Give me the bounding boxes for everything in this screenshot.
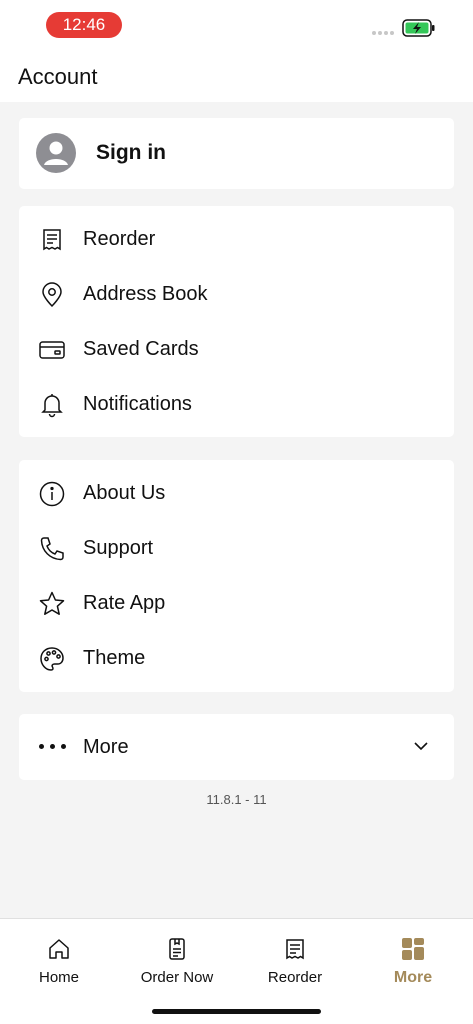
info-menu-group: About Us Support Rate App Theme — [19, 460, 454, 692]
status-bar: 12:46 — [0, 0, 473, 52]
page-header: Account — [0, 52, 473, 102]
palette-icon — [40, 647, 64, 671]
star-icon — [39, 591, 65, 615]
location-pin-icon — [42, 282, 62, 308]
menu-item-notifications[interactable]: Notifications — [19, 377, 454, 432]
tab-label: Home — [38, 969, 79, 986]
home-icon — [49, 939, 69, 959]
menu-item-label: Theme — [83, 647, 146, 669]
menu-item-support[interactable]: Support — [19, 521, 454, 576]
more-label: More — [83, 736, 129, 758]
phone-icon — [40, 537, 64, 561]
status-time: 12:46 — [46, 12, 122, 38]
menu-item-rate-app[interactable]: Rate App — [19, 576, 454, 631]
bell-icon — [41, 394, 63, 418]
menu-item-about-us[interactable]: About Us — [19, 466, 454, 521]
more-dots-icon — [39, 744, 66, 749]
app-version: 11.8.1 - 11 — [206, 792, 267, 807]
chevron-down-icon — [414, 742, 428, 751]
menu-item-label: Notifications — [83, 393, 192, 415]
menu-item-address-book[interactable]: Address Book — [19, 267, 454, 322]
account-menu-group: Reorder Address Book Saved Cards Notific… — [19, 206, 454, 437]
tab-label: Order Now — [140, 969, 214, 986]
receipt-icon — [286, 939, 304, 960]
tab-reorder[interactable]: Reorder — [236, 919, 354, 999]
tab-label: Reorder — [267, 969, 323, 986]
home-indicator — [152, 1009, 321, 1014]
page-title: Account — [18, 64, 98, 89]
info-icon — [39, 481, 65, 507]
menu-item-label: Reorder — [83, 228, 156, 250]
tab-more[interactable]: More — [354, 919, 472, 999]
menu-item-saved-cards[interactable]: Saved Cards — [19, 322, 454, 377]
menu-item-label: Rate App — [83, 592, 166, 614]
signal-icon — [372, 31, 394, 35]
menu-item-theme[interactable]: Theme — [19, 631, 454, 686]
grid-icon — [402, 938, 424, 960]
tab-label: More — [393, 969, 433, 986]
avatar-icon — [36, 133, 76, 173]
sign-in-row[interactable]: Sign in — [19, 118, 454, 189]
menu-item-label: Address Book — [83, 283, 208, 305]
tab-order-now[interactable]: Order Now — [118, 919, 236, 999]
menu-item-label: Saved Cards — [83, 338, 199, 360]
menu-item-reorder[interactable]: Reorder — [19, 212, 454, 267]
credit-card-icon — [39, 341, 65, 359]
tab-home[interactable]: Home — [0, 919, 118, 999]
more-expander[interactable]: More — [19, 714, 454, 780]
menu-item-label: Support — [83, 537, 154, 559]
order-icon — [169, 938, 185, 960]
menu-item-label: About Us — [83, 482, 166, 504]
receipt-icon — [43, 229, 61, 251]
battery-icon — [402, 19, 435, 37]
sign-in-label: Sign in — [96, 141, 166, 164]
